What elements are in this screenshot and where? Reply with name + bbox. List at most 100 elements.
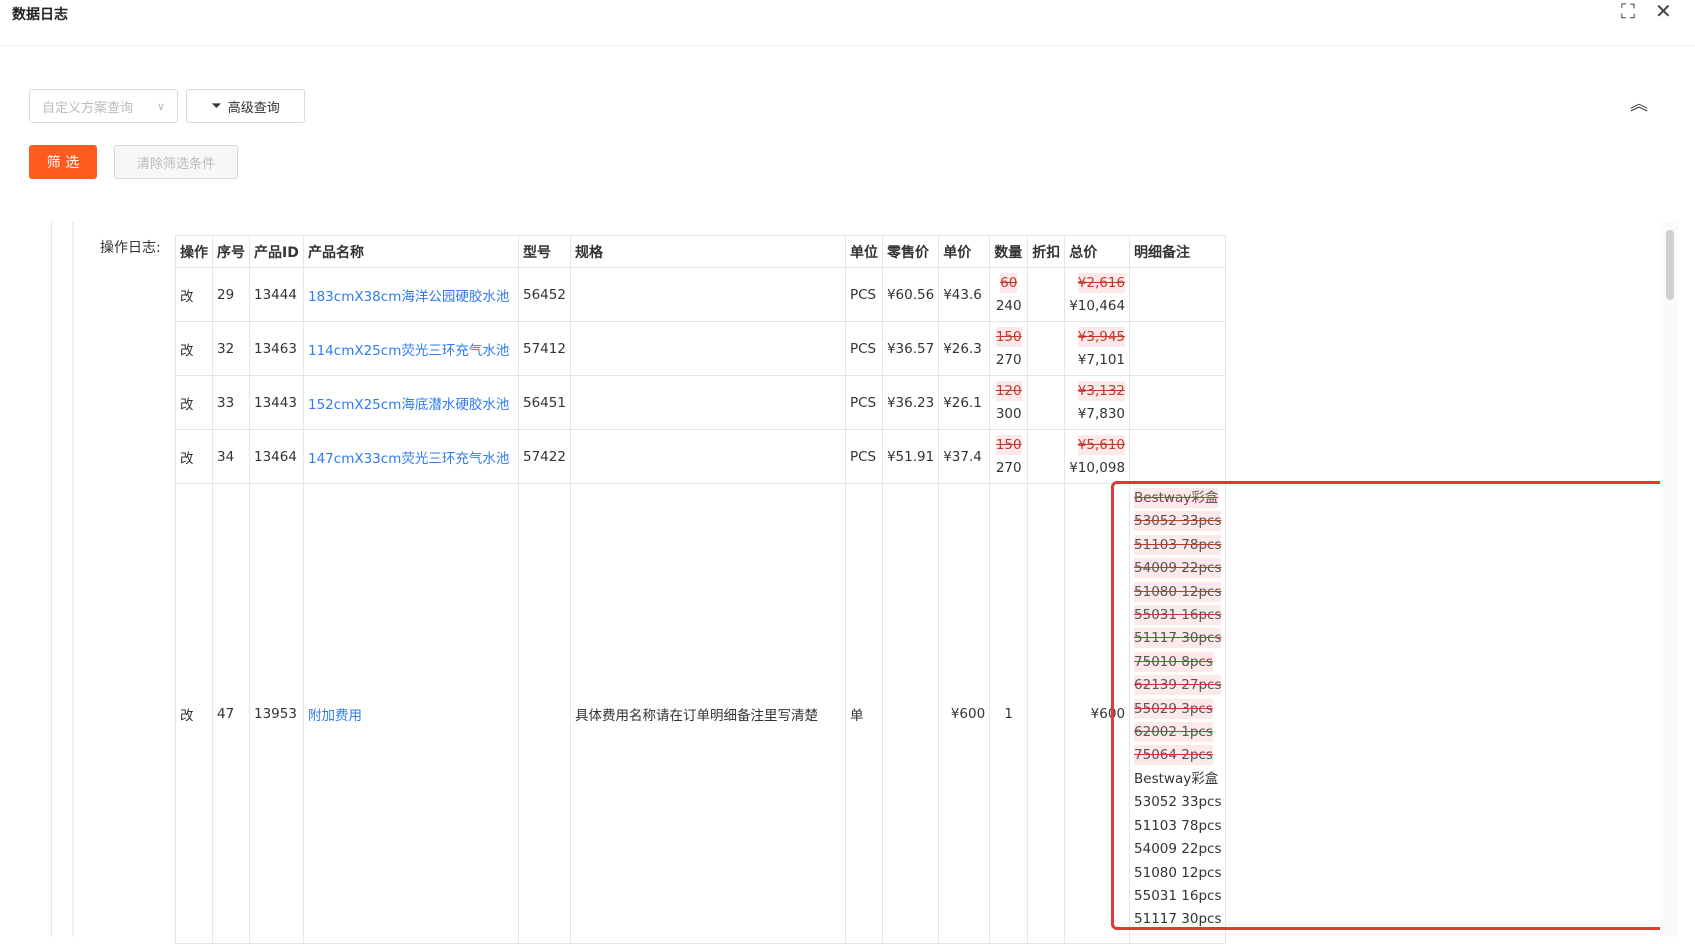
advanced-query-label: 高级查询: [227, 100, 280, 116]
seq-cell: 47: [212, 483, 250, 944]
op-cell: 改: [175, 483, 213, 944]
discount-cell: [1027, 483, 1066, 944]
fullscreen-icon[interactable]: ⛶: [1621, 0, 1635, 22]
seq-cell: 33: [212, 375, 250, 430]
col-header: 明细备注: [1129, 235, 1227, 268]
col-header: 数量: [989, 235, 1029, 268]
unit-cell: PCS: [844, 267, 883, 322]
col-header: 零售价: [881, 235, 940, 268]
table-row: 改 32 13463 114cmX25cm荧光三环充气水池 57412 PCS ¥36.57…: [175, 321, 1227, 376]
scheme-query-placeholder: 自定义方案查询: [42, 100, 134, 116]
quantity-cell: 150 270: [989, 429, 1029, 484]
deleted-note-line: 55031 16pcs: [1134, 605, 1222, 626]
total-cell: ¥3,945 ¥7,101: [1064, 321, 1131, 376]
spec-cell: [569, 375, 846, 430]
advanced-query-button[interactable]: ⏷ 高级查询: [186, 89, 305, 123]
spec-cell: [569, 267, 846, 322]
deleted-note-line: 51080 12pcs: [1134, 581, 1222, 602]
product-name-cell: 183cmX38cm海洋公园硬胶水池: [303, 267, 519, 322]
deleted-note-line: 62002 1pcs: [1134, 722, 1213, 743]
old-quantity: 150: [995, 326, 1022, 347]
filter-button[interactable]: 筛 选: [29, 145, 97, 179]
deleted-note-line: Bestway彩盒: [1134, 488, 1219, 508]
quantity-cell: 1: [989, 483, 1029, 944]
product-id-cell: 13953: [249, 483, 304, 944]
clear-filter-button[interactable]: 清除筛选条件: [114, 145, 238, 179]
close-icon[interactable]: ✕: [1655, 0, 1672, 22]
product-name-link[interactable]: 183cmX38cm海洋公园硬胶水池: [308, 289, 509, 305]
col-header: 单位: [844, 235, 883, 268]
new-note-line: 54009 22pcs: [1134, 841, 1222, 858]
dialog-header: 数据日志 ⛶ ✕: [0, 0, 1695, 46]
operation-log-label: 操作日志:: [100, 240, 161, 256]
quantity-cell: 60 240: [989, 267, 1029, 322]
unit-price-cell: ¥26.1: [938, 375, 991, 430]
new-note-line: 51103 78pcs: [1134, 817, 1222, 834]
deleted-note-line: 51103 78pcs: [1134, 534, 1222, 555]
unit-cell: 单: [844, 483, 883, 944]
product-name-link[interactable]: 147cmX33cm荧光三环充气水池: [308, 451, 509, 467]
product-name-cell: 114cmX25cm荧光三环充气水池: [303, 321, 519, 376]
discount-cell: [1027, 429, 1066, 484]
notes-cell: Bestway彩盒 53052 33pcs 51103 78pcs 54009 22p…: [1129, 483, 1227, 944]
unit-cell: PCS: [844, 429, 883, 484]
scrollbar-thumb[interactable]: [1666, 230, 1674, 300]
table-row: 改 29 13444 183cmX38cm海洋公园硬胶水池 56452 PCS ¥60.56…: [175, 267, 1227, 322]
funnel-icon: ⏷: [211, 98, 222, 114]
old-total: ¥3,132: [1077, 380, 1126, 401]
model-cell: 57412: [518, 321, 571, 376]
total-cell: ¥5,610 ¥10,098: [1064, 429, 1131, 484]
seq-cell: 32: [212, 321, 250, 376]
discount-cell: [1027, 321, 1066, 376]
deleted-note-line: 75064 2pcs: [1134, 745, 1213, 766]
new-note-line: 51080 12pcs: [1134, 864, 1222, 881]
table-row: 改 47 13953 附加费用 具体费用名称请在订单明细备注里写清楚单 ¥600 1 ¥600…: [175, 483, 1227, 944]
spec-cell: [569, 321, 846, 376]
operation-log-table: 操作 序号 产品ID 产品名称 型号 规格 单位 零售价 单价 数量 折扣 总价…: [175, 235, 1227, 944]
product-name-link[interactable]: 152cmX25cm海底潜水硬胶水池: [308, 397, 509, 413]
retail-price-cell: ¥36.23: [881, 375, 940, 430]
col-header: 折扣: [1027, 235, 1066, 268]
model-cell: 56451: [518, 375, 571, 430]
new-note-line: 55031 16pcs: [1134, 887, 1222, 904]
chevron-down-icon: ∨: [156, 99, 165, 113]
product-name-link[interactable]: 114cmX25cm荧光三环充气水池: [308, 343, 509, 359]
total-cell: ¥3,132 ¥7,830: [1064, 375, 1131, 430]
deleted-note-line: 54009 22pcs: [1134, 558, 1222, 579]
col-header: 型号: [518, 235, 571, 268]
product-id-cell: 13463: [249, 321, 304, 376]
retail-price-cell: ¥51.91: [881, 429, 940, 484]
deleted-note-line: 62139 27pcs: [1134, 675, 1222, 696]
table-row: 改 33 13443 152cmX25cm海底潜水硬胶水池 56451 PCS ¥36.23…: [175, 375, 1227, 430]
new-quantity: 300: [995, 405, 1022, 422]
retail-price-cell: [881, 483, 940, 944]
model-cell: 56452: [518, 267, 571, 322]
product-name-cell: 附加费用: [303, 483, 519, 944]
new-total: ¥7,101: [1077, 351, 1126, 368]
new-note-line: 53052 33pcs: [1134, 794, 1222, 811]
deleted-note-line: 75010 8pcs: [1134, 651, 1213, 672]
op-cell: 改: [175, 321, 213, 376]
product-id-cell: 13443: [249, 375, 304, 430]
unit-price-cell: ¥26.3: [938, 321, 991, 376]
new-total: ¥10,464: [1069, 297, 1126, 314]
double-chevron-up-icon[interactable]: ︽: [1630, 90, 1648, 116]
new-quantity: 240: [995, 297, 1022, 314]
notes-cell: [1129, 267, 1227, 322]
col-header: 序号: [212, 235, 250, 268]
notes-cell: [1129, 375, 1227, 430]
unit-cell: PCS: [844, 375, 883, 430]
quantity-cell: 120 300: [989, 375, 1029, 430]
old-total: ¥3,945: [1077, 326, 1126, 347]
table-header-row: 操作 序号 产品ID 产品名称 型号 规格 单位 零售价 单价 数量 折扣 总价…: [175, 235, 1227, 268]
scheme-query-select[interactable]: 自定义方案查询 ∨: [29, 89, 178, 123]
op-cell: 改: [175, 375, 213, 430]
deleted-note-line: 51117 30pcs: [1134, 628, 1222, 649]
unit-price-cell: ¥37.4: [938, 429, 991, 484]
unit-price-cell: ¥600: [938, 483, 991, 944]
scrollbar-track[interactable]: [1660, 222, 1678, 937]
total-cell: ¥2,616 ¥10,464: [1064, 267, 1131, 322]
product-name-link[interactable]: 附加费用: [308, 708, 362, 724]
spec-cell: 具体费用名称请在订单明细备注里写清楚: [569, 483, 846, 944]
product-name-cell: 147cmX33cm荧光三环充气水池: [303, 429, 519, 484]
